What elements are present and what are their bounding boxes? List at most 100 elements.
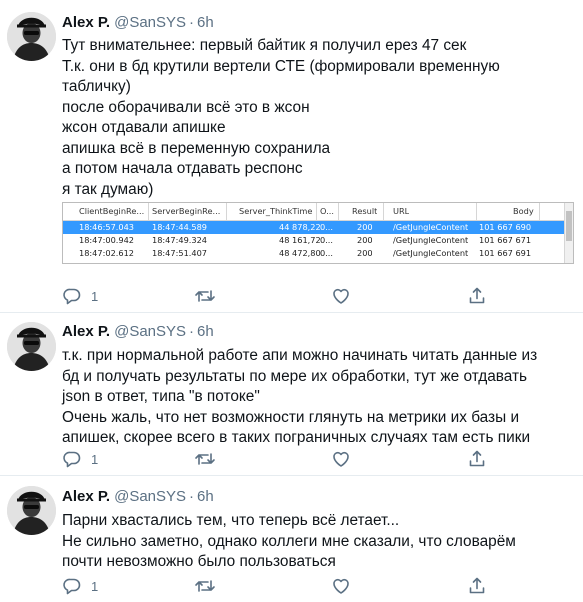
share-button[interactable] — [467, 576, 487, 596]
heart-icon — [333, 451, 349, 467]
like-button[interactable] — [331, 449, 360, 469]
table-cell: 18:47:44.589 — [152, 222, 208, 232]
table-cell: 101 667 691 — [479, 248, 532, 258]
author-handle[interactable]: @SanSYS — [114, 488, 186, 505]
like-button[interactable] — [331, 576, 360, 596]
table-cell: 48 161,72 — [279, 235, 321, 245]
author-name[interactable]: Alex P. — [62, 14, 110, 31]
tweet-actions: 1 — [62, 449, 502, 469]
reply-icon — [63, 288, 81, 305]
column-header: Server_ThinkTime — [239, 206, 313, 216]
table-cell: 18:47:00.942 — [79, 235, 135, 245]
avatar-image — [7, 322, 56, 371]
retweet-button[interactable] — [194, 449, 225, 469]
table-cell: 0... — [320, 235, 334, 245]
column-divider — [539, 203, 540, 220]
avatar[interactable] — [7, 12, 56, 61]
table-row[interactable]: 18:47:00.942 18:47:49.324 48 161,72 0...… — [63, 234, 573, 247]
share-button[interactable] — [467, 449, 487, 469]
tweet-text: Парни хвастались тем, что теперь всё лет… — [62, 511, 577, 573]
author-name[interactable]: Alex P. — [62, 323, 110, 340]
column-divider — [148, 203, 149, 220]
column-header: URL — [393, 206, 410, 216]
timestamp[interactable]: 6h — [197, 323, 214, 340]
tweet-header: Alex P. @SanSYS · 6h — [62, 14, 214, 32]
reply-button[interactable]: 1 — [62, 576, 98, 596]
table-cell: /GetJungleContent — [393, 235, 469, 245]
table-row[interactable]: 18:46:57.043 18:47:44.589 44 878,22 0...… — [63, 221, 573, 234]
table-cell: 200 — [357, 248, 373, 258]
timestamp[interactable]: 6h — [197, 488, 214, 505]
retweet-button[interactable] — [194, 576, 225, 596]
table-cell: 44 878,22 — [279, 222, 321, 232]
tweet-actions: 1 — [62, 576, 502, 596]
table-cell: 48 472,80 — [279, 248, 321, 258]
table-scrollbar[interactable] — [564, 203, 573, 263]
reply-count: 1 — [91, 578, 99, 594]
table-cell: 200 — [357, 222, 373, 232]
separator-dot: · — [189, 323, 195, 340]
table-cell: 0... — [320, 222, 334, 232]
avatar-image — [7, 12, 56, 61]
tweet-header: Alex P. @SanSYS · 6h — [62, 488, 214, 506]
tweet-actions: 1 — [62, 286, 502, 306]
author-handle[interactable]: @SanSYS — [114, 323, 186, 340]
text-line: бд и получать результаты по мере их обра… — [62, 367, 528, 385]
text-line: Парни хвастались тем, что теперь всё лет… — [62, 512, 400, 529]
retweet-icon — [195, 290, 215, 302]
tweet-text: т.к. при нормальной работе апи можно нач… — [62, 346, 577, 449]
avatar-image — [7, 486, 56, 535]
tweet-text: Тут внимательнее: первый байтик я получи… — [62, 36, 577, 200]
table-row[interactable]: 18:47:02.612 18:47:51.407 48 472,80 0...… — [63, 247, 573, 260]
column-header: O... — [320, 206, 334, 216]
column-divider — [383, 203, 384, 220]
tweet-1[interactable]: Alex P. @SanSYS · 6h Тут внимательнее: перв… — [0, 0, 583, 312]
retweet-button[interactable] — [194, 286, 225, 306]
retweet-icon — [195, 580, 215, 592]
text-line: жсон отдавали апишке — [62, 119, 226, 136]
share-icon — [469, 450, 485, 467]
reply-button[interactable]: 1 — [62, 449, 98, 469]
timestamp[interactable]: 6h — [197, 14, 214, 31]
column-divider — [226, 203, 227, 220]
table-cell: /GetJungleContent — [393, 222, 469, 232]
text-line: Не сильно заметно, однако коллеги мне ск… — [62, 532, 516, 550]
separator-dot: · — [189, 488, 195, 505]
separator-dot: · — [189, 14, 195, 31]
table-cell: 18:47:51.407 — [152, 248, 208, 258]
author-handle[interactable]: @SanSYS — [114, 14, 186, 31]
text-line: табличку) — [62, 78, 131, 95]
column-divider — [476, 203, 477, 220]
table-cell: 101 667 671 — [479, 235, 532, 245]
column-header: Body — [513, 206, 534, 216]
table-header-row: ClientBeginRe... ServerBeginRe... Server… — [63, 203, 573, 221]
attached-image-table[interactable]: ClientBeginRe... ServerBeginRe... Server… — [62, 202, 574, 264]
column-divider — [338, 203, 339, 220]
tweet-header: Alex P. @SanSYS · 6h — [62, 323, 214, 341]
share-icon — [469, 577, 485, 594]
reply-icon — [63, 451, 81, 468]
tweet-2[interactable]: Alex P. @SanSYS · 6h т.к. при нормальной ра… — [0, 313, 583, 475]
text-line: json в ответ, типа "в потоке" — [62, 388, 260, 405]
avatar[interactable] — [7, 486, 56, 535]
text-line: Тут внимательнее: первый байтик я получи… — [62, 37, 467, 54]
avatar[interactable] — [7, 322, 56, 371]
share-button[interactable] — [467, 286, 487, 306]
reply-count: 1 — [91, 288, 99, 304]
scrollbar-thumb[interactable] — [566, 211, 572, 241]
author-name[interactable]: Alex P. — [62, 488, 110, 505]
table-cell: 18:46:57.043 — [79, 222, 135, 232]
column-divider — [316, 203, 317, 220]
share-icon — [469, 287, 485, 304]
table-cell: 200 — [357, 235, 373, 245]
heart-icon — [333, 288, 349, 304]
like-button[interactable] — [331, 286, 360, 306]
heart-icon — [333, 578, 349, 594]
table-cell: 18:47:49.324 — [152, 235, 208, 245]
reply-button[interactable]: 1 — [62, 286, 98, 306]
column-header: ServerBeginRe... — [152, 206, 221, 216]
text-line: апишка всё в переменную сохранила — [62, 139, 331, 157]
tweet-3[interactable]: Alex P. @SanSYS · 6h Парни хвастались тем, … — [0, 476, 583, 602]
column-header: ClientBeginRe... — [79, 206, 145, 216]
text-line: почти невозможно было пользоваться — [62, 553, 336, 570]
